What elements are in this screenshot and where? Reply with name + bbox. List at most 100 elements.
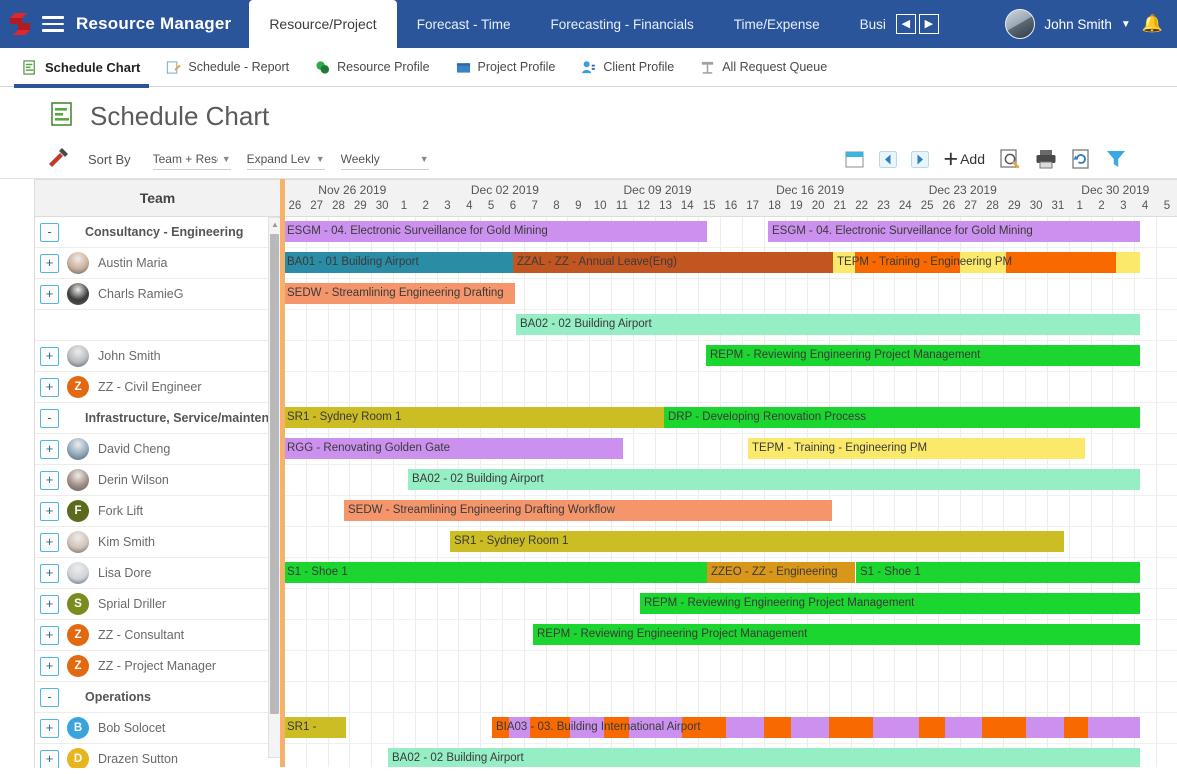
expand-toggle[interactable]: + (40, 285, 59, 304)
gantt-gridline-vertical (1025, 217, 1026, 767)
avatar: S (67, 593, 89, 615)
expand-level-select[interactable]: Expand Lev ▼ (247, 148, 325, 170)
today-icon[interactable] (845, 150, 865, 169)
tab-forecasting-financials[interactable]: Forecasting - Financials (530, 0, 713, 48)
expand-toggle[interactable]: + (40, 595, 59, 614)
gantt-task-bar[interactable]: ZZEO - ZZ - Engineering (707, 562, 855, 583)
gantt-task-bar[interactable]: BA02 - 02 Building Airport (408, 469, 1140, 490)
subnav-item-schedule-chart[interactable]: Schedule Chart (10, 48, 153, 87)
scrollbar-thumb[interactable] (270, 234, 279, 714)
tab-resource-project[interactable]: Resource/Project (249, 0, 396, 48)
expand-toggle[interactable]: + (40, 657, 59, 676)
subnav-item-schedule-report[interactable]: Schedule - Report (153, 48, 302, 87)
gantt-gridline-horizontal (280, 588, 1177, 589)
team-group-row[interactable]: -Infrastructure, Service/maintenan (35, 403, 280, 434)
timeline-day-label: 24 (897, 200, 914, 212)
gantt-task-bar[interactable]: BA01 - 01 Building Airport (283, 252, 515, 273)
tab-time-expense[interactable]: Time/Expense (714, 0, 840, 48)
team-resource-row[interactable]: +John Smith (35, 341, 280, 372)
expand-toggle[interactable]: + (40, 471, 59, 490)
gantt-task-bar[interactable]: ESGM - 04. Electronic Surveillance for G… (768, 221, 1140, 242)
gantt-task-bar[interactable]: REPM - Reviewing Engineering Project Man… (533, 624, 1140, 645)
timeline-day-label: 22 (853, 200, 870, 212)
collapse-toggle[interactable]: - (40, 223, 59, 242)
print-icon[interactable] (1035, 149, 1057, 169)
gantt-task-bar[interactable]: SR1 - Sydney Room 1 (450, 531, 1064, 552)
team-group-row[interactable]: -Operations (35, 682, 280, 713)
nav-prev-button[interactable]: ◀ (896, 14, 916, 34)
gantt-task-bar[interactable]: REPM - Reviewing Engineering Project Man… (640, 593, 1140, 614)
gantt-task-bar[interactable]: TEPM - Training - Engineering PM (748, 438, 1085, 459)
gantt-task-segment (1006, 252, 1116, 273)
chevron-down-icon[interactable]: ▼ (1121, 19, 1131, 30)
tab-forecast-time[interactable]: Forecast - Time (397, 0, 531, 48)
gantt-task-bar[interactable]: RGG - Renovating Golden Gate (283, 438, 623, 459)
sort-select[interactable]: Team + Reso ▼ (153, 148, 231, 170)
nav-next-button[interactable]: ▶ (919, 14, 939, 34)
tools-icon[interactable] (46, 146, 70, 173)
gantt-task-bar[interactable]: ESGM - 04. Electronic Surveillance for G… (283, 221, 707, 242)
team-resource-row[interactable]: +Austin Maria (35, 248, 280, 279)
gantt-task-bar[interactable]: TEPM - Training - Engineering PM (833, 252, 1140, 273)
app-logo[interactable] (0, 0, 40, 48)
gantt-task-bar[interactable]: S1 - Shoe 1 (856, 562, 1140, 583)
expand-toggle[interactable]: + (40, 719, 59, 738)
expand-toggle[interactable]: + (40, 347, 59, 366)
expand-toggle[interactable]: + (40, 533, 59, 552)
gantt-task-bar[interactable]: REPM - Reviewing Engineering Project Man… (706, 345, 1140, 366)
prev-period-button[interactable] (879, 151, 897, 168)
gantt-gridline-horizontal (280, 278, 1177, 279)
team-resource-row[interactable]: +Charls RamieG (35, 279, 280, 310)
subnav-item-all-request-queue[interactable]: All Request Queue (687, 48, 840, 87)
add-button[interactable]: + Add (943, 150, 985, 168)
subnav-item-client-profile[interactable]: Client Profile (568, 48, 687, 87)
subnav-item-resource-profile[interactable]: Resource Profile (302, 48, 442, 87)
gantt-task-bar[interactable]: DRP - Developing Renovation Process (664, 407, 1140, 428)
expand-toggle[interactable]: + (40, 440, 59, 459)
team-resource-row[interactable]: +BBob Solocet (35, 713, 280, 744)
gantt-task-bar[interactable]: SEDW - Streamlining Engineering Drafting… (344, 500, 832, 521)
gantt-task-bar[interactable]: BIA03 - 03. Building International Airpo… (492, 717, 1140, 738)
hamburger-icon[interactable] (42, 16, 64, 32)
expand-toggle[interactable]: + (40, 626, 59, 645)
period-select[interactable]: Weekly ▼ (341, 148, 429, 170)
filter-icon[interactable] (1105, 149, 1127, 169)
gantt-chart-area[interactable]: ESGM - 04. Electronic Surveillance for G… (280, 217, 1177, 767)
expand-toggle[interactable]: + (40, 564, 59, 583)
collapse-toggle[interactable]: - (40, 409, 59, 428)
expand-toggle[interactable]: + (40, 502, 59, 521)
gantt-task-bar[interactable]: SR1 - (283, 717, 346, 738)
team-group-row[interactable]: -Consultancy - Engineering (35, 217, 280, 248)
gantt-gridline-vertical (960, 217, 961, 767)
team-row-list[interactable]: -Consultancy - Engineering+Austin Maria+… (34, 217, 280, 768)
scroll-up-icon[interactable]: ▲ (271, 220, 279, 229)
refresh-icon[interactable] (1071, 149, 1091, 169)
gantt-task-bar[interactable]: ZZAL - ZZ - Annual Leave(Eng) (513, 252, 835, 273)
team-resource-row[interactable]: +FFork Lift (35, 496, 280, 527)
team-resource-row[interactable]: +Kim Smith (35, 527, 280, 558)
expand-toggle[interactable]: + (40, 750, 59, 769)
next-period-button[interactable] (911, 151, 929, 168)
team-resource-row[interactable]: +David Cheng (35, 434, 280, 465)
gantt-task-bar[interactable]: SR1 - Sydney Room 1 (283, 407, 664, 428)
gantt-task-bar[interactable]: BA02 - 02 Building Airport (388, 748, 1140, 767)
team-resource-row[interactable]: +ZZZ - Civil Engineer (35, 372, 280, 403)
bell-icon[interactable]: 🔔 (1142, 14, 1163, 34)
expand-toggle[interactable]: + (40, 378, 59, 397)
gantt-task-bar[interactable]: SEDW - Streamlining Engineering Drafting (283, 283, 515, 304)
team-resource-row[interactable]: +Derin Wilson (35, 465, 280, 496)
team-resource-row[interactable]: +SSprial Driller (35, 589, 280, 620)
avatar[interactable] (1005, 9, 1035, 39)
team-resource-row[interactable]: +ZZZ - Consultant (35, 620, 280, 651)
subnav-item-project-profile[interactable]: Project Profile (443, 48, 569, 87)
team-resource-row[interactable]: +DDrazen Sutton (35, 744, 280, 768)
gantt-task-bar[interactable]: BA02 - 02 Building Airport (516, 314, 1140, 335)
zoom-search-icon[interactable] (999, 149, 1021, 169)
gantt-task-bar[interactable]: S1 - Shoe 1 (283, 562, 707, 583)
team-resource-row[interactable]: +ZZZ - Project Manager (35, 651, 280, 682)
team-resource-row[interactable]: +Lisa Dore (35, 558, 280, 589)
collapse-toggle[interactable]: - (40, 688, 59, 707)
user-name[interactable]: John Smith (1044, 17, 1112, 32)
tab-business[interactable]: Busi (840, 0, 892, 48)
expand-toggle[interactable]: + (40, 254, 59, 273)
